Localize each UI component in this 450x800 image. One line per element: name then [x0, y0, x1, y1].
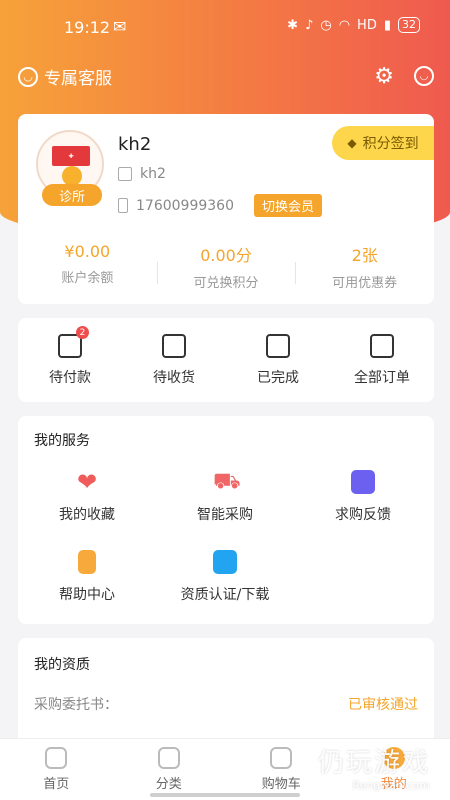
smile-icon: ◡ — [18, 66, 38, 87]
tab-label: 分类 — [155, 777, 182, 792]
orders-card: 2 待付款 待收货 已完成 全部订单 — [18, 318, 434, 402]
services-card: 我的服务 ❤ 我的收藏 ⛟ 智能采购 求购反馈 帮助中心 资质认证/下载 — [18, 416, 434, 624]
company-row: kh2 — [118, 166, 166, 182]
battery-level: 32 — [398, 17, 420, 33]
service-label: 智能采购 — [197, 507, 253, 523]
services-title: 我的服务 — [34, 433, 90, 449]
service-label: 我的收藏 — [59, 507, 115, 523]
watermark: 仍玩游戏 Rengwan.com — [318, 742, 430, 792]
order-label: 待付款 — [49, 370, 91, 386]
watermark-title: 仍玩游戏 — [317, 748, 430, 778]
order-completed[interactable]: 已完成 — [226, 318, 330, 402]
gear-icon[interactable]: ⚙ — [374, 64, 394, 89]
mute-icon: ♪ — [305, 17, 314, 33]
order-label: 待收货 — [153, 370, 195, 386]
tab-label: 首页 — [43, 777, 70, 792]
stat-value: ¥0.00 — [64, 242, 111, 261]
order-pending-receipt[interactable]: 待收货 — [122, 318, 226, 402]
order-label: 已完成 — [257, 370, 299, 386]
stat-value: 2张 — [351, 246, 378, 265]
building-icon — [118, 167, 132, 181]
message-icon[interactable]: ◡ — [414, 66, 434, 86]
qualification-status: 已审核通过 — [348, 697, 418, 713]
user-name: kh2 — [118, 134, 152, 155]
service-label: 帮助中心 — [59, 587, 115, 603]
category-icon — [157, 747, 180, 769]
top-bar: ◡ 专属客服 ⚙ ◡ — [0, 58, 450, 94]
status-bar: 19:12 ✉ ✱ ♪ ◷ ◠ HD ▮ 32 — [0, 0, 450, 56]
sun-icon — [62, 166, 82, 186]
phone-number: 17600999360 — [136, 197, 234, 214]
network-label: HD — [357, 17, 377, 33]
company-name: kh2 — [140, 166, 166, 182]
avatar[interactable]: ✚ 诊所 — [36, 130, 104, 206]
stat-coupons[interactable]: 2张 可用优惠券 — [295, 238, 434, 298]
signal-icon: ▮ — [383, 17, 391, 33]
service-qualification[interactable]: 资质认证/下载 — [156, 546, 294, 626]
stat-label: 可用优惠券 — [332, 276, 398, 291]
feedback-icon — [351, 470, 375, 494]
stat-label: 可兑换积分 — [193, 276, 259, 291]
service-label: 求购反馈 — [335, 507, 391, 523]
service-help-center[interactable]: 帮助中心 — [18, 546, 156, 626]
phone-row: 17600999360 切换会员 — [118, 194, 322, 217]
bulb-icon — [78, 550, 96, 574]
tab-category[interactable]: 分类 — [113, 739, 226, 800]
pending-payment-badge: 2 — [76, 326, 89, 339]
service-label: 资质认证/下载 — [180, 587, 270, 603]
service-feedback[interactable]: 求购反馈 — [294, 466, 432, 546]
qualification-row[interactable]: 采购委托书： 已审核通过 — [34, 694, 418, 714]
profile-card: ✚ 诊所 kh2 kh2 17600999360 切换会员 ◆ 积分签到 ¥0.… — [18, 114, 434, 304]
stat-balance[interactable]: ¥0.00 账户余额 — [18, 238, 157, 298]
tab-home[interactable]: 首页 — [0, 739, 113, 800]
order-all[interactable]: 全部订单 — [330, 318, 434, 402]
points-signin-button[interactable]: ◆ 积分签到 — [332, 126, 434, 160]
qualification-title: 我的资质 — [34, 657, 90, 673]
cart-icon: ⛟ — [213, 469, 241, 494]
wechat-icon: ✉ — [113, 17, 127, 36]
avatar-tag: 诊所 — [42, 184, 102, 206]
diamond-icon: ◆ — [347, 136, 357, 150]
bluetooth-icon: ✱ — [287, 17, 299, 33]
stat-value: 0.00分 — [200, 246, 252, 265]
service-smart-purchase[interactable]: ⛟ 智能采购 — [156, 466, 294, 546]
cart-tab-icon — [270, 747, 293, 769]
check-box-icon — [266, 334, 290, 358]
alarm-icon: ◷ — [320, 17, 332, 33]
store-logo-icon: ✚ — [52, 146, 90, 166]
services-grid: ❤ 我的收藏 ⛟ 智能采购 求购反馈 帮助中心 资质认证/下载 — [18, 466, 434, 626]
order-label: 全部订单 — [354, 370, 410, 386]
signin-label: 积分签到 — [362, 136, 419, 152]
customer-service-label: 专属客服 — [44, 69, 112, 89]
service-favorites[interactable]: ❤ 我的收藏 — [18, 466, 156, 546]
order-pending-payment[interactable]: 2 待付款 — [18, 318, 122, 402]
stat-points[interactable]: 0.00分 可兑换积分 — [156, 238, 296, 298]
home-icon — [45, 747, 68, 769]
status-time: 19:12 — [64, 18, 111, 37]
home-indicator — [150, 793, 300, 797]
wifi-icon: ◠ — [338, 17, 351, 33]
truck-icon — [162, 334, 186, 358]
switch-member-button[interactable]: 切换会员 — [253, 194, 322, 217]
heart-icon: ❤ — [76, 468, 98, 496]
phone-icon — [118, 198, 128, 213]
clipboard-icon — [370, 334, 394, 358]
tab-label: 购物车 — [261, 777, 301, 792]
stat-label: 账户余额 — [61, 271, 114, 286]
watermark-sub: Rengwan.com — [352, 779, 430, 792]
camera-icon — [213, 550, 237, 574]
qualification-label: 采购委托书： — [34, 697, 118, 713]
account-stats: ¥0.00 账户余额 0.00分 可兑换积分 2张 可用优惠券 — [18, 238, 434, 298]
status-icons: ✱ ♪ ◷ ◠ HD ▮ 32 — [287, 17, 420, 33]
customer-service-button[interactable]: ◡ 专属客服 — [18, 64, 112, 89]
